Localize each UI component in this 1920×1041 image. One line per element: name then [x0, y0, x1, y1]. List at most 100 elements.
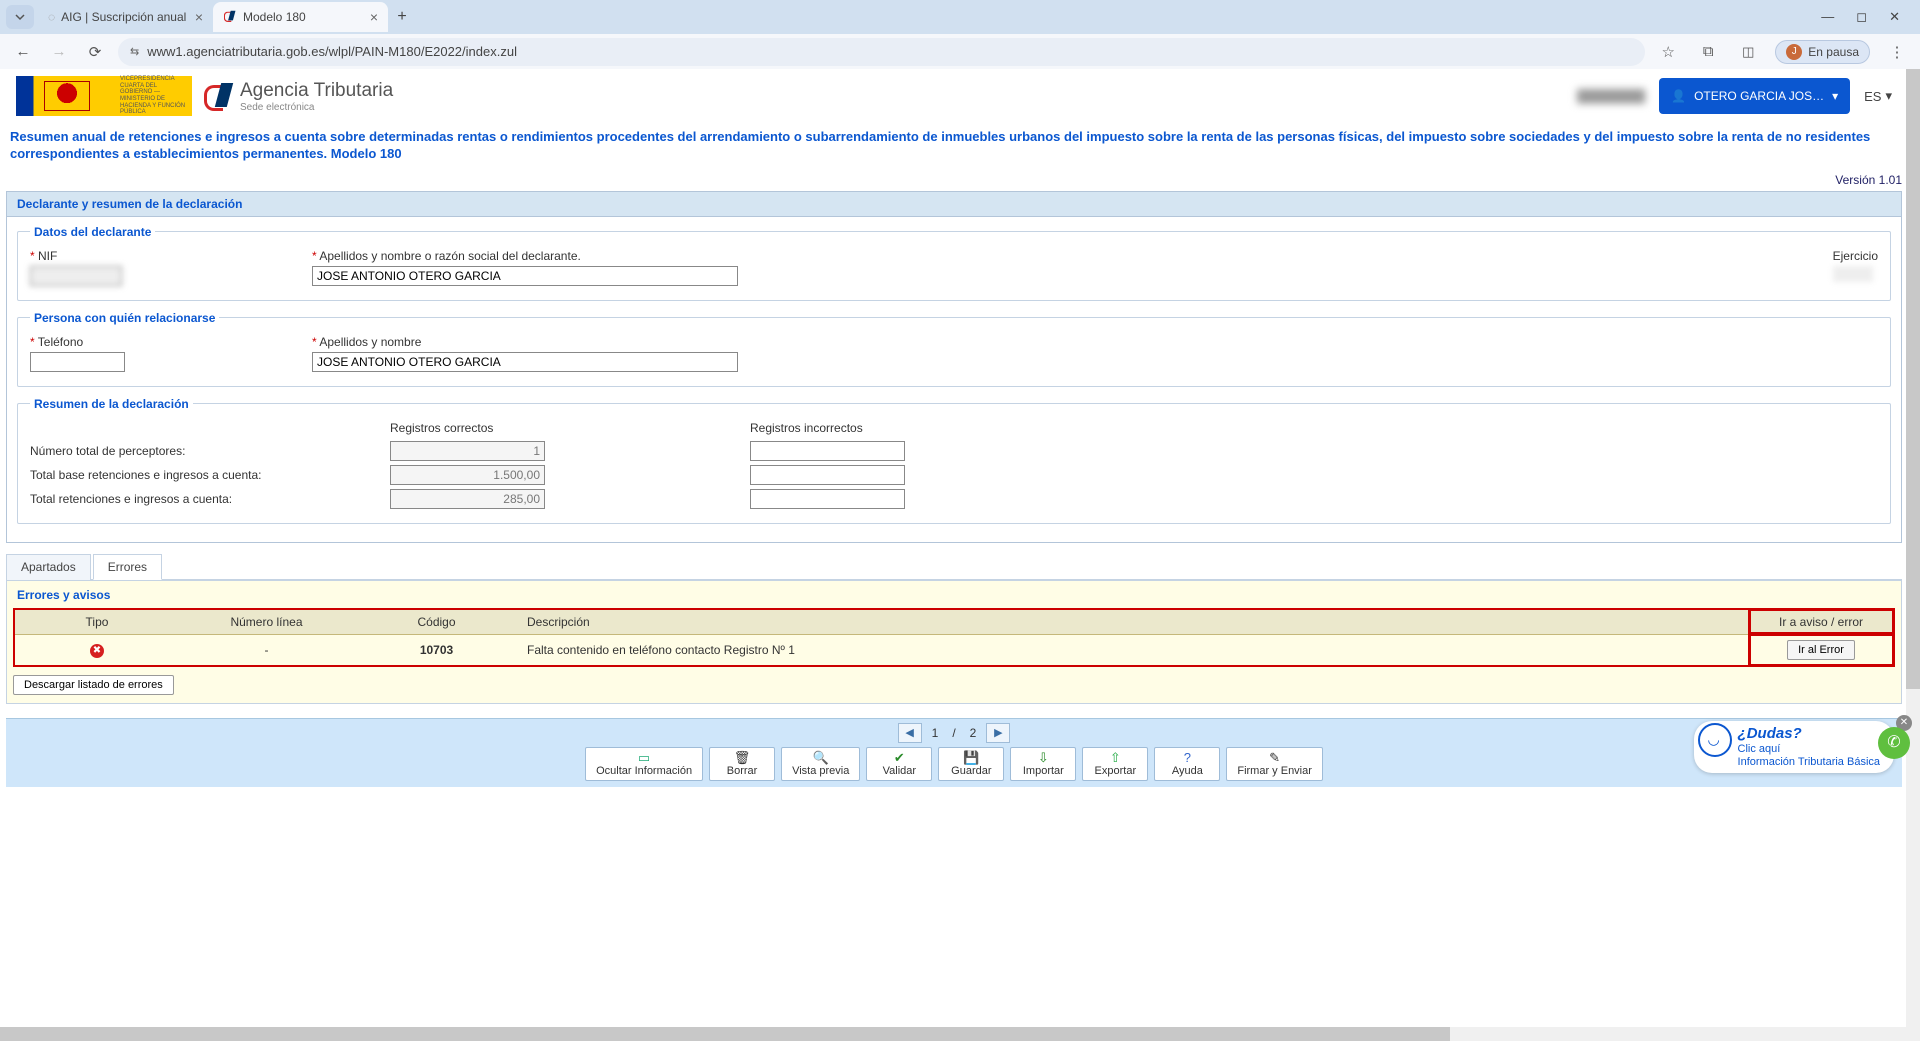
site-info-icon[interactable]: ⇆ [130, 45, 139, 58]
footer-toolbar: ◀ 1 / 2 ▶ ▭Ocultar Información 🗑Borrar 🔍… [6, 718, 1902, 787]
base-correctos [390, 465, 545, 485]
importar-button[interactable]: ⇩Importar [1010, 747, 1076, 781]
th-goto: Ir a aviso / error [1749, 609, 1894, 635]
telefono-label: * Teléfono [30, 335, 125, 349]
close-icon[interactable]: ✕ [1889, 9, 1900, 25]
fieldset-legend: Resumen de la declaración [30, 397, 193, 411]
export-icon: ⇧ [1110, 751, 1121, 764]
bookmark-icon[interactable]: ☆ [1655, 39, 1681, 65]
dudas-title: ¿Dudas? [1738, 725, 1802, 742]
horizontal-scrollbar[interactable] [0, 1027, 1906, 1041]
th-linea: Número línea [179, 609, 354, 635]
window-controls: ― ◻ ✕ [1821, 9, 1914, 25]
errors-heading: Errores y avisos [13, 585, 1895, 608]
tab-bar: ◌ AIG | Suscripción anual × Modelo 180 ×… [0, 0, 1920, 34]
dudas-widget[interactable]: ✕ ¿Dudas? Clic aquí Información Tributar… [1694, 721, 1894, 773]
error-row: ✖ - 10703 Falta contenido en teléfono co… [14, 634, 1894, 666]
browser-tab-active[interactable]: Modelo 180 × [213, 2, 388, 32]
gobierno-logo: VICEPRESIDENCIA CUARTA DEL GOBIERNO — MI… [16, 76, 192, 116]
base-incorrectos[interactable] [750, 465, 905, 485]
firmar-enviar-button[interactable]: ✎Firmar y Enviar [1226, 747, 1323, 781]
declarante-name-input[interactable] [312, 266, 738, 286]
minimize-icon[interactable]: ― [1821, 9, 1834, 25]
persona-relacion-group: Persona con quién relacionarse * Teléfon… [17, 311, 1891, 387]
col-incorrectos: Registros incorrectos [750, 421, 910, 437]
tab-dropdown[interactable] [6, 5, 34, 29]
site-header: VICEPRESIDENCIA CUARTA DEL GOBIERNO — MI… [2, 69, 1906, 123]
gov-text: VICEPRESIDENCIA CUARTA DEL GOBIERNO — MI… [120, 76, 186, 116]
forward-button[interactable]: → [46, 39, 72, 65]
agencia-mark-icon [202, 81, 232, 111]
row-retenciones: Total retenciones e ingresos a cuenta: [30, 492, 390, 506]
goto-error-button[interactable]: Ir al Error [1787, 640, 1855, 660]
perceptores-incorrectos[interactable] [750, 441, 905, 461]
user-icon: 👤 [1671, 89, 1686, 103]
resumen-declaracion-group: Resumen de la declaración Registros corr… [17, 397, 1891, 524]
profile-pause-badge[interactable]: J En pausa [1775, 40, 1870, 64]
phone-icon[interactable]: ✆ [1878, 727, 1910, 759]
preview-icon: 🔍 [813, 751, 829, 764]
chevron-down-icon [14, 11, 26, 23]
fieldset-legend: Datos del declarante [30, 225, 155, 239]
url-text: www1.agenciatributaria.gob.es/wlpl/PAIN-… [147, 44, 517, 59]
chevron-down-icon: ▾ [1832, 89, 1838, 103]
kebab-menu-icon[interactable]: ⋮ [1884, 39, 1910, 65]
trash-icon: 🗑 [734, 751, 751, 764]
extensions-icon[interactable]: ⧉ [1695, 39, 1721, 65]
vertical-scrollbar[interactable] [1906, 69, 1920, 1041]
agencia-logo[interactable]: Agencia Tributaria Sede electrónica [202, 80, 393, 113]
maximize-icon[interactable]: ◻ [1856, 9, 1867, 25]
nif-label: * NIF [30, 249, 122, 263]
version-label: Versión 1.01 [2, 169, 1920, 191]
tab-strip: Apartados Errores [6, 553, 1902, 580]
url-input[interactable]: ⇆ www1.agenciatributaria.gob.es/wlpl/PAI… [118, 38, 1645, 66]
prev-page-button[interactable]: ◀ [898, 723, 922, 743]
globe-icon: ◌ [48, 10, 55, 24]
close-icon[interactable]: × [370, 9, 378, 25]
ayuda-button[interactable]: ?Ayuda [1154, 747, 1220, 781]
browser-chrome: ◌ AIG | Suscripción anual × Modelo 180 ×… [0, 0, 1920, 69]
close-icon[interactable]: × [195, 9, 203, 25]
download-errors-button[interactable]: Descargar listado de errores [13, 675, 174, 695]
sidepanel-icon[interactable]: ◫ [1735, 39, 1761, 65]
header-blurred-text: ████████ [1577, 89, 1645, 103]
perceptores-correctos [390, 441, 545, 461]
tab-apartados[interactable]: Apartados [6, 554, 91, 580]
import-icon: ⇩ [1038, 751, 1049, 764]
language-selector[interactable]: ES ▾ [1864, 88, 1892, 104]
tab-errores[interactable]: Errores [93, 554, 162, 580]
save-icon: 💾 [963, 751, 979, 764]
validar-button[interactable]: ✔Validar [866, 747, 932, 781]
pager: ◀ 1 / 2 ▶ [12, 723, 1896, 743]
telefono-input[interactable] [30, 352, 125, 372]
tab-title: AIG | Suscripción anual [61, 10, 186, 24]
row-perceptores: Número total de perceptores: [30, 444, 390, 458]
user-menu-button[interactable]: 👤 OTERO GARCIA JOS… ▾ [1659, 78, 1850, 114]
exportar-button[interactable]: ⇧Exportar [1082, 747, 1148, 781]
browser-tab-inactive[interactable]: ◌ AIG | Suscripción anual × [38, 2, 213, 32]
vista-previa-button[interactable]: 🔍Vista previa [781, 747, 860, 781]
back-button[interactable]: ← [10, 39, 36, 65]
next-page-button[interactable]: ▶ [986, 723, 1010, 743]
chevron-down-icon: ▾ [1885, 88, 1892, 104]
th-tipo: Tipo [14, 609, 179, 635]
nif-input[interactable] [30, 266, 122, 286]
dudas-sub1: Clic aquí [1738, 743, 1781, 755]
error-icon: ✖ [90, 644, 104, 658]
borrar-button[interactable]: 🗑Borrar [709, 747, 775, 781]
persona-name-input[interactable] [312, 352, 738, 372]
guardar-button[interactable]: 💾Guardar [938, 747, 1004, 781]
retenciones-incorrectos[interactable] [750, 489, 905, 509]
page-total: 2 [966, 726, 981, 740]
errors-table: Tipo Número línea Código Descripción Ir … [13, 608, 1895, 667]
agencia-subtitle: Sede electrónica [240, 102, 393, 113]
agencia-title: Agencia Tributaria [240, 80, 393, 102]
ejercicio-value [1833, 266, 1873, 282]
new-tab-button[interactable]: + [388, 3, 416, 31]
tab-title: Modelo 180 [243, 10, 306, 24]
fieldset-legend: Persona con quién relacionarse [30, 311, 219, 325]
cell-linea: - [179, 634, 354, 666]
ocultar-button[interactable]: ▭Ocultar Información [585, 747, 703, 781]
cell-codigo: 10703 [354, 634, 519, 666]
reload-button[interactable]: ⟳ [82, 39, 108, 65]
